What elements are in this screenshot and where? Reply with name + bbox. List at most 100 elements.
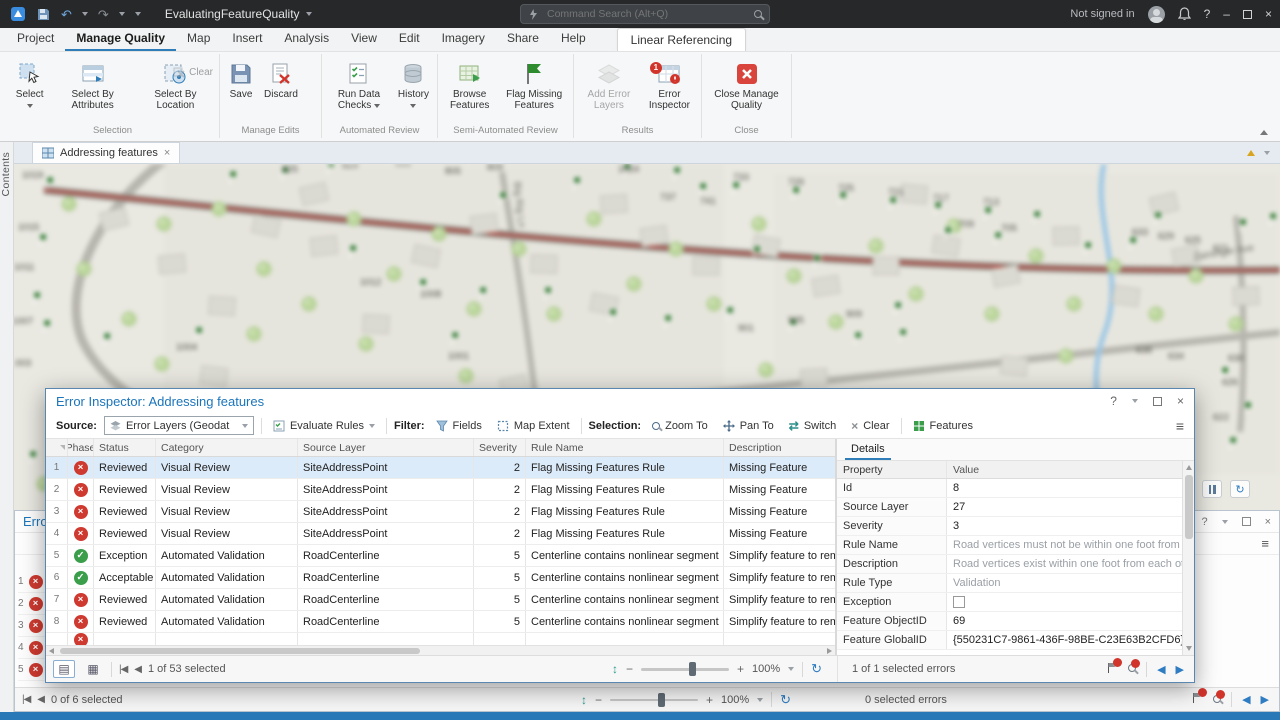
zoom-to-button[interactable]: Zoom To [648, 418, 712, 434]
maximize-button[interactable] [1243, 10, 1252, 19]
details-row[interactable]: Source Layer 27 [837, 498, 1182, 517]
error-inspector-titlebar[interactable]: Error Inspector: Addressing features ? × [46, 389, 1194, 413]
flag-missing-features-button[interactable]: Flag Missing Features [499, 58, 569, 114]
docked-caret-icon[interactable] [1222, 520, 1228, 524]
table-row[interactable]: 5 Exception Automated Validation RoadCen… [46, 545, 835, 567]
refresh-map-button[interactable]: ↻ [1230, 480, 1250, 498]
tabbar-caret-icon[interactable] [1264, 151, 1270, 155]
docked-help-icon[interactable]: ? [1201, 516, 1207, 528]
history-caret-icon[interactable] [410, 104, 416, 108]
add-error-layers-button[interactable]: Add Error Layers [578, 58, 640, 114]
card-view-toggle[interactable]: ▦ [82, 660, 104, 678]
phase-status-icon[interactable] [74, 461, 88, 475]
value-cell[interactable]: 69 [947, 612, 1182, 630]
ribbon-tab[interactable]: Insert [221, 27, 273, 51]
flag-errors-icon[interactable] [1106, 662, 1118, 677]
col-category[interactable]: Category [156, 439, 298, 456]
col-rule-name[interactable]: Rule Name [526, 439, 724, 456]
close-window-button[interactable]: × [1265, 7, 1272, 21]
docked-zoom-level[interactable]: 100% [721, 694, 749, 706]
ribbon-tab[interactable]: Imagery [431, 27, 496, 51]
ribbon-tab[interactable]: Share [496, 27, 550, 51]
ribbon-tab[interactable]: Help [550, 27, 597, 51]
signin-status[interactable]: Not signed in [1070, 8, 1134, 20]
ribbon-tab[interactable]: Edit [388, 27, 431, 51]
docked-next-error-button[interactable]: ▶ [1261, 693, 1269, 706]
tab-linear-referencing[interactable]: Linear Referencing [617, 28, 746, 51]
redo-caret-icon[interactable] [119, 12, 125, 16]
details-row[interactable]: Exception [837, 593, 1182, 612]
command-search-input[interactable] [545, 7, 748, 21]
phase-status-icon[interactable] [74, 593, 88, 607]
value-cell[interactable]: 3 [947, 517, 1182, 535]
details-row[interactable]: Id 8 [837, 479, 1182, 498]
zoom-slider[interactable] [641, 662, 729, 676]
undo-icon[interactable]: ↶ [61, 8, 72, 21]
save-edits-button[interactable]: Save [224, 58, 258, 114]
phase-status-icon[interactable] [74, 615, 88, 629]
zoom-level[interactable]: 100% [752, 663, 780, 675]
map-extent-filter-button[interactable]: Map Extent [493, 418, 574, 434]
evaluate-rules-caret-icon[interactable] [369, 424, 375, 428]
minimize-button[interactable]: – [1223, 7, 1230, 21]
redo-icon[interactable]: ↷ [98, 8, 109, 21]
table-row[interactable]: 8 Reviewed Automated Validation RoadCent… [46, 611, 835, 633]
details-col-property[interactable]: Property [837, 461, 947, 478]
ribbon-tab[interactable]: Project [6, 27, 65, 51]
col-source-layer[interactable]: Source Layer [298, 439, 474, 456]
value-cell[interactable] [947, 593, 1182, 611]
inspector-help-icon[interactable]: ? [1110, 394, 1117, 408]
inspector-dock-icon[interactable] [1153, 397, 1162, 406]
row-number-cell[interactable]: 6 [46, 567, 68, 588]
ribbon-tab[interactable]: Manage Quality [65, 27, 176, 51]
docked-zoom-in-button[interactable]: + [706, 693, 713, 707]
phase-status-icon[interactable] [74, 527, 88, 541]
details-row[interactable]: Rule Name Road vertices must not be with… [837, 536, 1182, 555]
docked-first-record-button[interactable]: |◀ [22, 694, 30, 705]
close-tab-icon[interactable]: × [164, 147, 170, 159]
run-data-checks-button[interactable]: Run Data Checks [326, 58, 392, 114]
select-all-header[interactable] [46, 439, 68, 456]
clear-selection-toolbar-button[interactable]: × Clear [847, 417, 893, 435]
error-inspector-window[interactable]: Error Inspector: Addressing features ? ×… [45, 388, 1195, 683]
error-inspector-button[interactable]: 1 Error Inspector [642, 58, 697, 114]
notifications-icon[interactable] [1178, 7, 1191, 21]
docked-zoom-caret-icon[interactable] [757, 698, 763, 702]
select-by-attributes-button[interactable]: Select By Attributes [51, 58, 133, 114]
row-number-cell[interactable]: 4 [46, 523, 68, 544]
col-severity[interactable]: Severity [474, 439, 526, 456]
inspector-menu-icon[interactable]: ≡ [1176, 418, 1184, 434]
next-error-button[interactable]: ▶ [1176, 663, 1184, 676]
undo-caret-icon[interactable] [82, 12, 88, 16]
switch-selection-button[interactable]: ⇄ Switch [785, 417, 840, 435]
docked-zoom-slider[interactable] [610, 693, 698, 707]
browse-features-button[interactable]: Browse Features [442, 58, 497, 114]
col-status[interactable]: Status [94, 439, 156, 456]
phase-status-icon[interactable] [74, 549, 88, 563]
row-number-cell[interactable]: 1 [46, 457, 68, 478]
row-number-cell[interactable]: 8 [46, 611, 68, 632]
phase-status-icon[interactable] [74, 571, 88, 585]
details-col-value[interactable]: Value [947, 461, 1182, 478]
table-row[interactable]: 3 Reviewed Visual Review SiteAddressPoin… [46, 501, 835, 523]
row-number-cell[interactable]: 5 [46, 545, 68, 566]
docked-close-icon[interactable]: × [1265, 516, 1271, 528]
value-cell[interactable]: Road vertices exist within one foot from… [947, 555, 1182, 573]
table-row[interactable]: 2 Reviewed Visual Review SiteAddressPoin… [46, 479, 835, 501]
phase-status-icon[interactable] [74, 505, 88, 519]
table-row[interactable]: 1 Reviewed Visual Review SiteAddressPoin… [46, 457, 835, 479]
table-row[interactable]: 6 Acceptable Automated Validation RoadCe… [46, 567, 835, 589]
docked-flag-errors-icon[interactable] [1191, 692, 1203, 707]
col-phase[interactable]: Phase [68, 439, 94, 456]
zoom-out-button[interactable]: − [626, 662, 633, 676]
features-button[interactable]: Features [909, 418, 977, 434]
row-number-cell[interactable]: 7 [46, 589, 68, 610]
close-manage-quality-button[interactable]: Close Manage Quality [706, 58, 787, 114]
details-row[interactable]: Feature GlobalID {550231C7-9861-436F-98B… [837, 631, 1182, 650]
docked-menu-icon[interactable]: ≡ [1261, 536, 1279, 551]
table-row[interactable]: 4 Reviewed Visual Review SiteAddressPoin… [46, 523, 835, 545]
details-row[interactable]: Description Road vertices exist within o… [837, 555, 1182, 574]
inspector-caret-icon[interactable] [1132, 399, 1138, 403]
tab-details[interactable]: Details [845, 443, 891, 460]
select-button[interactable]: Select [10, 58, 49, 114]
